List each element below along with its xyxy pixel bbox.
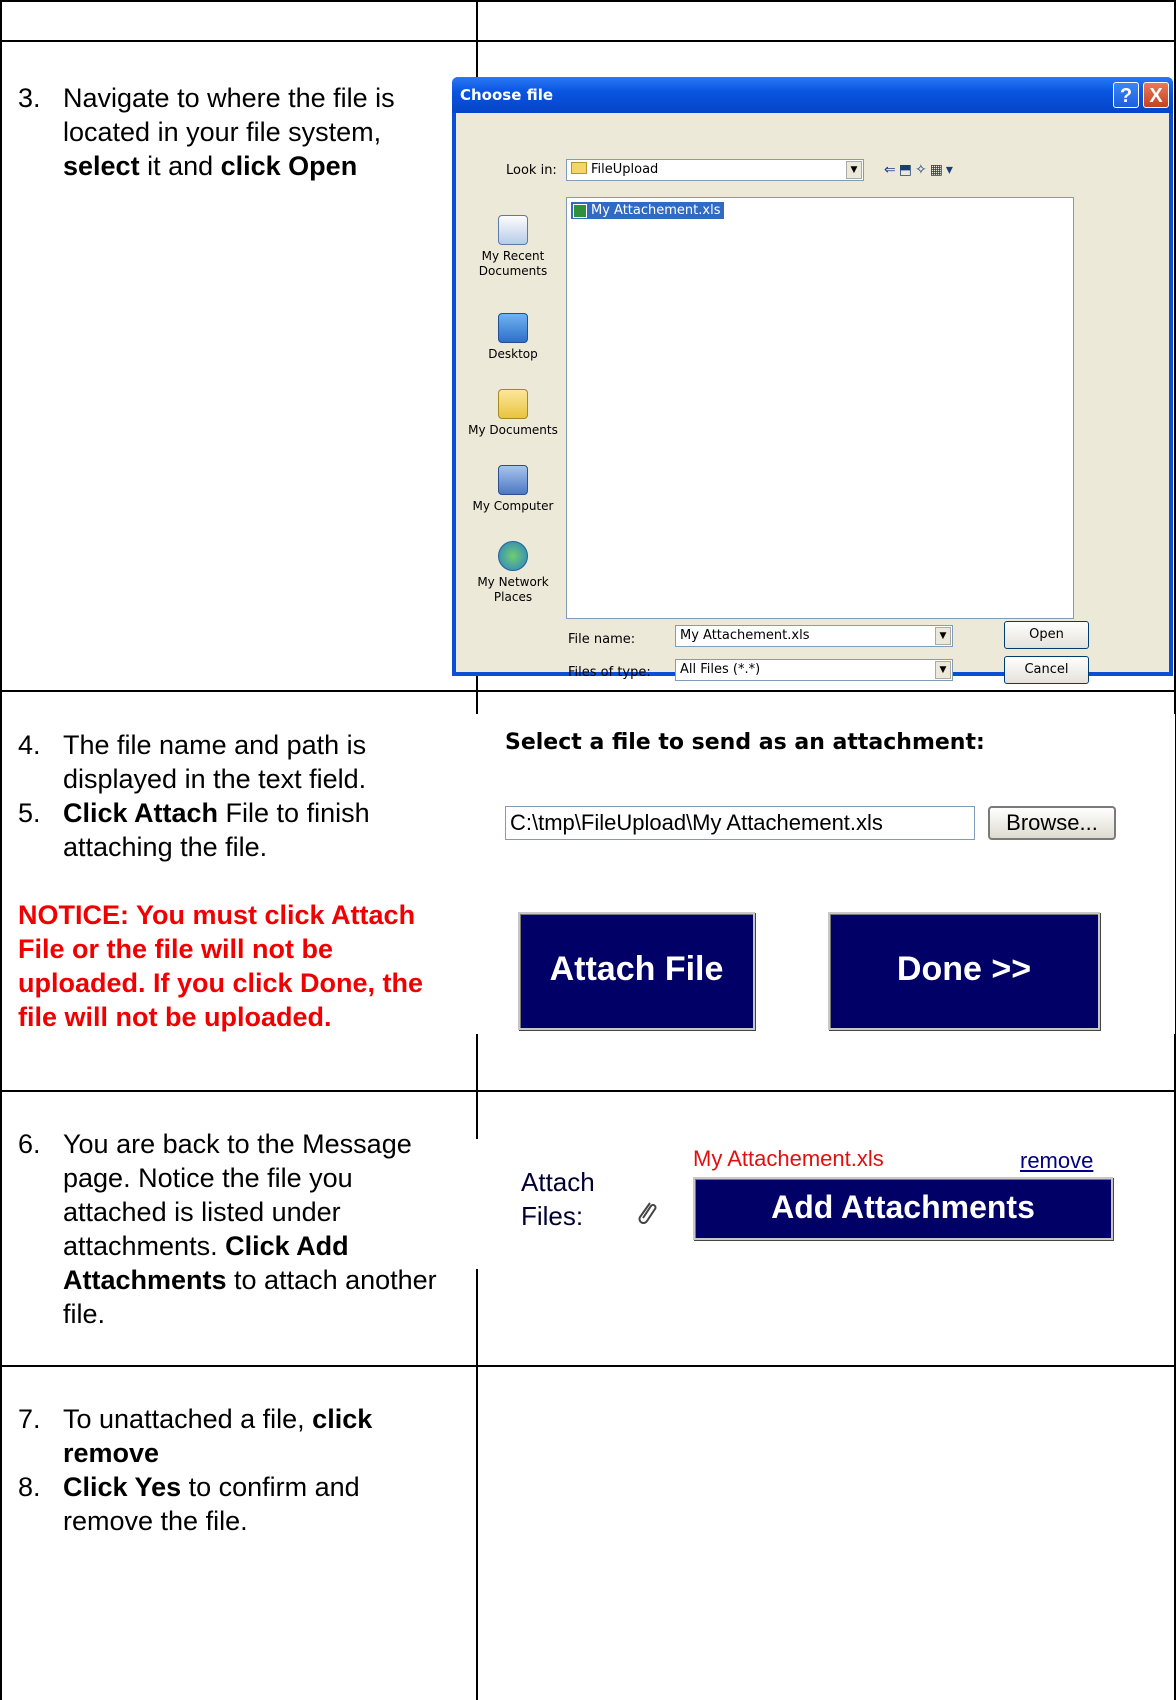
step-number: 4. [18,730,41,760]
step-text: The file name and path is displayed in t… [63,730,367,794]
browse-button[interactable]: Browse... [988,806,1116,840]
instruction-step-3: 3. Navigate to where the file is located … [18,81,438,183]
step-bold-text: Click Attach [63,798,219,828]
close-button[interactable]: X [1143,82,1169,108]
notice-text: NOTICE: You must click Attach File or th… [18,900,424,1032]
step-number: 8. [18,1472,41,1502]
dialog-title: Choose file [460,86,554,104]
step-item: 8. Click Yes to confirm and remove the fi… [18,1470,438,1538]
file-list[interactable]: My Attachement.xls [566,197,1074,619]
place-label: My Network Places [477,575,549,604]
recent-documents-icon [498,215,528,245]
done-button[interactable]: Done >> [828,912,1100,1030]
place-label: My Documents [468,423,558,437]
file-name-label: File name: [568,632,636,647]
look-in-value: FileUpload [591,162,659,177]
step-number: 3. [18,83,41,113]
add-attachments-button[interactable]: Add Attachments [693,1177,1113,1240]
place-label: Desktop [488,347,538,361]
dialog-body: Look in: FileUpload ▼ ⇐⬒✧▦▾ My Recent Do… [456,113,1169,684]
place-my-recent-documents[interactable]: My Recent Documents [466,215,560,279]
network-places-icon [498,541,528,571]
back-icon[interactable]: ⇐ [884,161,899,177]
attach-file-button[interactable]: Attach File [518,912,755,1030]
place-my-network-places[interactable]: My Network Places [466,541,560,605]
place-desktop[interactable]: Desktop [466,313,560,362]
file-name-field[interactable]: My Attachement.xls ▼ [675,625,953,647]
step-item: 6. You are back to the Message page. Noti… [18,1127,438,1331]
chevron-down-icon[interactable]: ▼ [935,661,951,679]
step-item: 5. Click Attach File to finish attaching … [18,796,438,864]
chevron-down-icon[interactable]: ▼ [935,627,951,645]
cancel-button[interactable]: Cancel [1004,656,1089,684]
paperclip-icon [638,1202,657,1224]
table-row-divider [0,690,1176,692]
file-path-input[interactable]: C:\tmp\FileUpload\My Attachement.xls [505,806,975,840]
file-type-value: All Files (*.*) [680,662,761,677]
step-item: 3. Navigate to where the file is located … [18,81,438,183]
places-bar: My Recent Documents Desktop My Documents… [466,183,560,623]
step-text: To unattached a file, [63,1404,313,1434]
dialog-toolbar: ⇐⬒✧▦▾ [884,161,956,178]
step-item: 7. To unattached a file, click remove [18,1402,438,1470]
up-folder-icon[interactable]: ⬒ [899,161,915,177]
attach-files-label: Attach Files: [521,1167,595,1231]
my-documents-icon [498,389,528,419]
step-number: 5. [18,798,41,828]
my-computer-icon [498,465,528,495]
open-button[interactable]: Open [1004,621,1089,649]
table-border-left [0,0,2,1700]
file-type-label: Files of type: [568,665,651,680]
dialog-title-bar: Choose file ? X [452,77,1173,113]
instruction-step-6: 6. You are back to the Message page. Noti… [18,1127,438,1331]
step-bold-text: click Open [220,151,358,181]
desktop-icon [498,313,528,343]
step-number: 7. [18,1404,41,1434]
choose-file-dialog: Choose file ? X Look in: FileUpload ▼ ⇐⬒… [452,77,1173,684]
place-my-computer[interactable]: My Computer [466,465,560,514]
instruction-steps-4-5: 4. The file name and path is displayed in… [18,728,438,1034]
place-my-documents[interactable]: My Documents [466,389,560,438]
instruction-steps-7-8: 7. To unattached a file, click remove 8. C… [18,1402,438,1538]
table-row-divider [0,1090,1176,1092]
folder-icon [571,162,587,174]
step-bold-text: Click Yes [63,1472,182,1502]
file-item-label: My Attachement.xls [591,203,721,218]
step-text: Navigate to where the file is located in… [63,83,395,147]
place-label: My Recent Documents [478,249,548,278]
look-in-label: Look in: [506,163,557,178]
file-item-selected[interactable]: My Attachement.xls [571,202,725,219]
attached-files-panel: Attach Files: My Attachement.xls remove … [460,1139,1150,1269]
chevron-down-icon[interactable]: ▼ [846,161,862,179]
table-border-top [0,0,1176,2]
excel-file-icon [573,204,587,218]
attached-file-name: My Attachement.xls [693,1146,884,1171]
step-item: 4. The file name and path is displayed in… [18,728,438,796]
place-label: My Computer [472,499,554,513]
step-number: 6. [18,1129,41,1159]
new-folder-icon[interactable]: ✧ [915,161,930,177]
step-text: it and [139,151,221,181]
table-row-divider [0,40,1176,42]
attach-heading: Select a file to send as an attachment: [505,730,985,755]
remove-link[interactable]: remove [1020,1148,1093,1174]
view-menu-icon[interactable]: ▦▾ [930,161,956,177]
table-row-divider [0,1365,1176,1367]
step-bold-text: select [63,151,140,181]
look-in-dropdown[interactable]: FileUpload ▼ [566,159,864,181]
file-name-value: My Attachement.xls [680,628,810,643]
help-button[interactable]: ? [1113,82,1139,108]
attach-panel: Select a file to send as an attachment: … [455,714,1175,1034]
file-type-dropdown[interactable]: All Files (*.*) ▼ [675,659,953,681]
